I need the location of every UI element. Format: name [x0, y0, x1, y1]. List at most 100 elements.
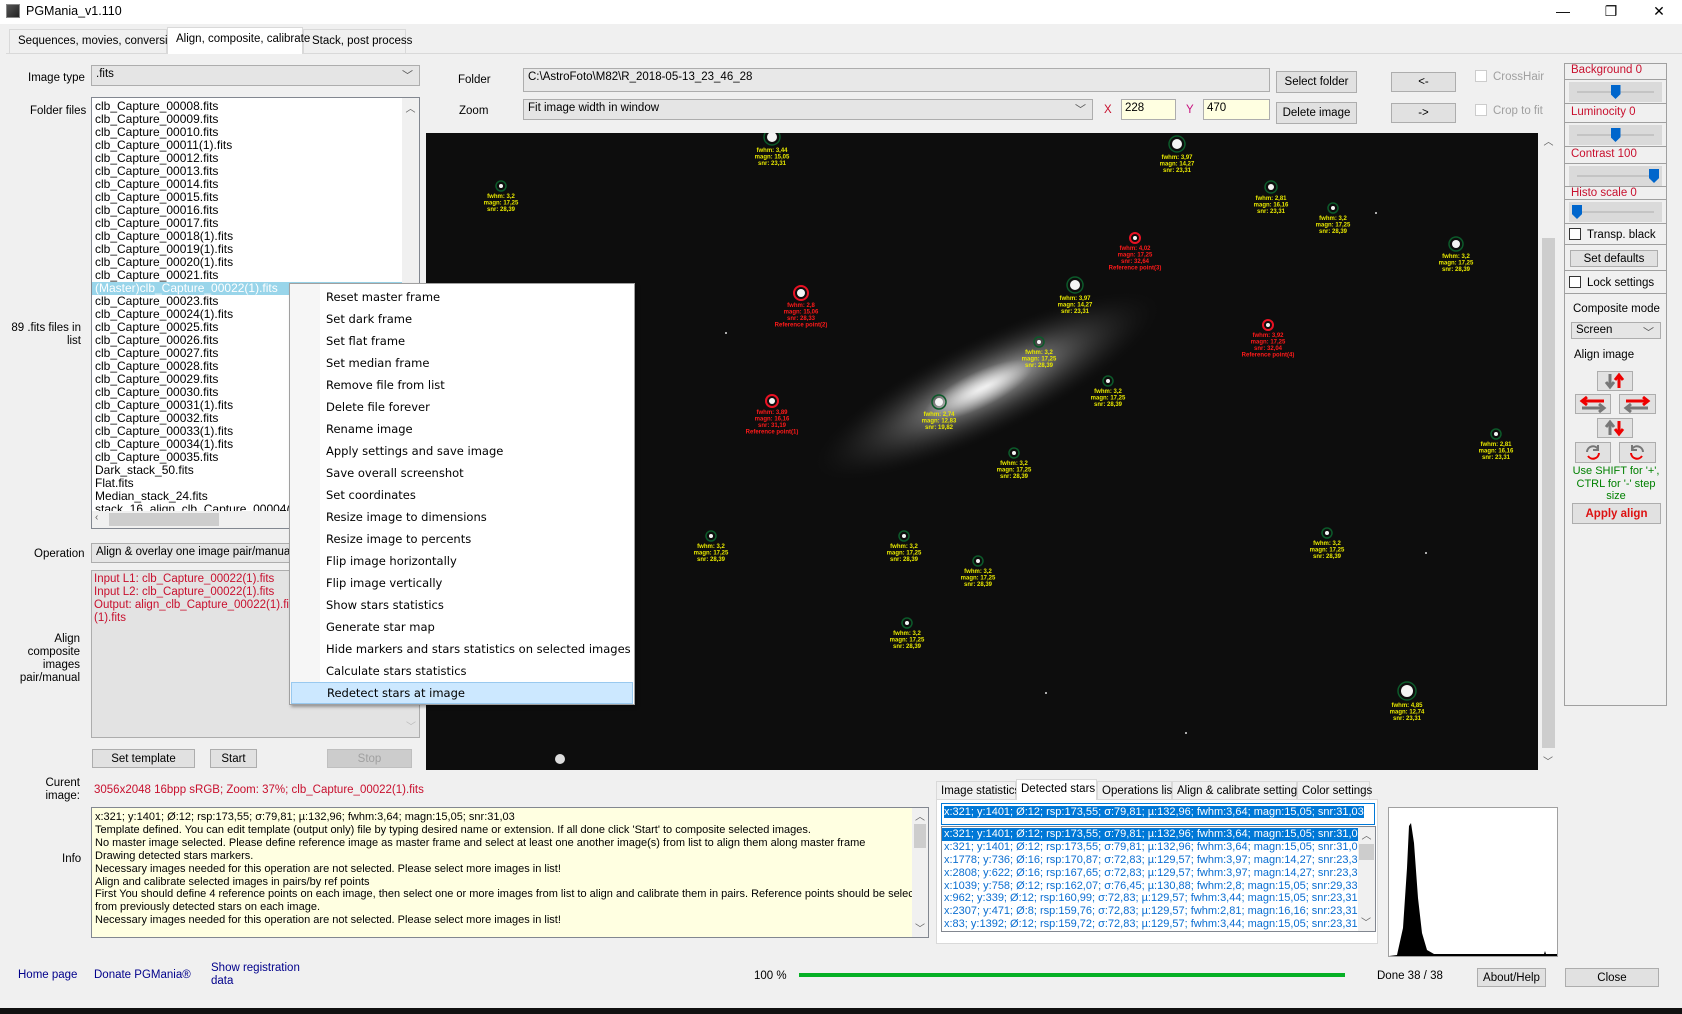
context-menu-item[interactable]: Save overall screenshot [291, 462, 633, 484]
close-window-button[interactable]: ✕ [1636, 0, 1682, 24]
folder-path-input[interactable]: C:\AstroFoto\M82\R_2018-05-13_23_46_28 [523, 68, 1270, 92]
scroll-down-icon[interactable]: ﹀ [915, 920, 925, 935]
star-marker[interactable]: fwhm: 3,2magn: 17,25snr: 28,39 [890, 617, 925, 650]
tab-align-composite[interactable]: Align, composite, calibrate [167, 27, 310, 54]
tab-sequences[interactable]: Sequences, movies, conversion [9, 29, 180, 53]
crop-to-fit-checkbox[interactable]: Crop to fit [1475, 104, 1543, 117]
context-menu-item[interactable]: Flip image vertically [291, 572, 633, 594]
scroll-up-icon[interactable]: ︿ [1358, 827, 1375, 842]
context-menu-item[interactable]: Set coordinates [291, 484, 633, 506]
star-marker[interactable]: fwhm: 4,02magn: 17,25snr: 32,64Reference… [1109, 232, 1162, 272]
star-marker[interactable]: fwhm: 3,2magn: 17,25snr: 28,39 [961, 555, 996, 588]
context-menu-item[interactable]: Rename image [291, 418, 633, 440]
previous-image-button[interactable]: <- [1391, 72, 1456, 92]
scroll-up-icon[interactable]: ︿ [912, 808, 928, 823]
apply-align-button[interactable]: Apply align [1572, 503, 1661, 524]
background-slider[interactable] [1569, 82, 1662, 102]
context-menu-item[interactable]: Reset master frame [291, 286, 633, 308]
contrast-slider[interactable] [1569, 166, 1662, 186]
star-marker[interactable]: fwhm: 3,2magn: 17,25snr: 28,39 [1439, 236, 1474, 273]
delete-image-button[interactable]: Delete image [1276, 102, 1357, 124]
star-marker[interactable]: fwhm: 3,89magn: 16,16snr: 31,19Reference… [746, 394, 799, 436]
star-marker[interactable]: fwhm: 3,97magn: 14,27snr: 23,31 [1160, 135, 1195, 174]
detected-star-item[interactable]: x:321; y:1401; Ø:12; rsp:173,55; σ:79,81… [942, 828, 1358, 841]
tab-color-settings[interactable]: Color settings [1297, 781, 1372, 800]
close-button[interactable]: Close [1565, 968, 1659, 987]
context-menu-item[interactable]: Set median frame [291, 352, 633, 374]
next-image-button[interactable]: -> [1391, 103, 1456, 123]
crosshair-checkbox[interactable]: CrossHair [1475, 70, 1544, 83]
detected-stars-list[interactable]: x:321; y:1401; Ø:12; rsp:173,55; σ:79,81… [941, 826, 1376, 932]
detected-star-item[interactable]: x:2307; y:471; Ø:8; rsp:159,76; σ:72,83;… [942, 905, 1358, 918]
histo-scale-slider[interactable] [1569, 202, 1662, 222]
star-marker[interactable]: fwhm: 3,2magn: 17,25snr: 28,39 [887, 530, 922, 563]
zoom-select[interactable]: Fit image width in window ﹀ [523, 99, 1093, 120]
star-marker[interactable]: fwhm: 3,2magn: 17,25snr: 28,39 [1310, 527, 1345, 560]
context-menu-item[interactable]: Flip image horizontally [291, 550, 633, 572]
star-marker[interactable]: fwhm: 4,85magn: 12,74snr: 23,31 [1390, 681, 1425, 722]
info-scroll-thumb[interactable] [914, 824, 926, 848]
lock-settings-checkbox[interactable]: Lock settings [1565, 271, 1666, 294]
detected-star-item[interactable]: x:1039; y:758; Ø:12; rsp:162,07; σ:76,45… [942, 880, 1358, 893]
context-menu-item[interactable]: Resize image to percents [291, 528, 633, 550]
detected-star-item[interactable]: x:321; y:1401; Ø:12; rsp:173,55; σ:79,81… [942, 841, 1358, 854]
tab-stack[interactable]: Stack, post process [303, 29, 412, 53]
tab-detected-stars[interactable]: Detected stars [1016, 779, 1097, 800]
star-marker[interactable]: fwhm: 2,81magn: 16,16snr: 23,31 [1254, 180, 1289, 215]
context-menu-item[interactable]: Apply settings and save image [291, 440, 633, 462]
star-marker[interactable]: fwhm: 2,81magn: 16,16snr: 23,31 [1479, 428, 1514, 461]
star-marker[interactable]: fwhm: 3,2magn: 17,25snr: 28,39 [484, 180, 519, 213]
slider-thumb[interactable] [1649, 169, 1659, 183]
slider-thumb[interactable] [1572, 205, 1582, 219]
rotate-left-button[interactable] [1575, 442, 1611, 463]
tab-align-calibrate-settings[interactable]: Align & calibrate settings [1172, 781, 1303, 800]
context-menu-item[interactable]: Remove file from list [291, 374, 633, 396]
start-button[interactable]: Start [210, 749, 257, 768]
select-folder-button[interactable]: Select folder [1276, 71, 1357, 93]
transp-black-checkbox[interactable]: Transp. black [1565, 224, 1666, 245]
luminocity-slider[interactable] [1569, 125, 1662, 145]
home-page-link[interactable]: Home page [18, 969, 77, 981]
star-marker[interactable]: fwhm: 3,2magn: 17,25snr: 28,39 [997, 447, 1032, 480]
minimize-button[interactable]: — [1540, 0, 1586, 24]
viewer-scroll-thumb[interactable] [1542, 238, 1555, 748]
star-marker[interactable]: fwhm: 2,8magn: 15,06snr: 28,33Reference … [775, 285, 828, 329]
y-coordinate-input[interactable]: 470 [1203, 99, 1270, 120]
composite-mode-select[interactable]: Screen ﹀ [1571, 322, 1661, 339]
set-template-button[interactable]: Set template [92, 749, 195, 768]
detected-star-item[interactable]: x:83; y:1392; Ø:12; rsp:159,72; σ:72,83;… [942, 918, 1358, 931]
scroll-up-icon[interactable]: ︿ [1541, 133, 1556, 148]
context-menu-item[interactable]: Set flat frame [291, 330, 633, 352]
detected-star-item[interactable]: x:1778; y:736; Ø:16; rsp:170,87; σ:72,83… [942, 854, 1358, 867]
info-vscrollbar[interactable]: ︿ ﹀ [912, 808, 928, 937]
tab-image-statistics[interactable]: Image statistics [936, 781, 1020, 800]
star-marker[interactable]: fwhm: 3,97magn: 14,27snr: 23,31 [1058, 276, 1093, 315]
detected-star-item[interactable]: x:2808; y:622; Ø:16; rsp:167,65; σ:72,83… [942, 867, 1358, 880]
stars-list-vscrollbar[interactable]: ︿ ﹀ [1358, 827, 1375, 931]
about-help-button[interactable]: About/Help [1477, 968, 1546, 987]
context-menu-item[interactable]: Redetect stars at image [291, 682, 633, 704]
star-marker[interactable]: fwhm: 3,2magn: 17,25snr: 28,39 [694, 530, 729, 563]
scroll-down-icon[interactable]: ﹀ [1543, 753, 1553, 768]
hscroll-thumb[interactable] [109, 513, 219, 526]
info-log[interactable]: x:321; y:1401; Ø:12; rsp:173,55; σ:79,81… [91, 807, 929, 938]
scroll-up-icon[interactable]: ︿ [402, 100, 419, 115]
image-type-select[interactable]: .fits ﹀ [91, 65, 420, 86]
x-coordinate-input[interactable]: 228 [1121, 99, 1176, 120]
slider-thumb[interactable] [1610, 85, 1621, 99]
tab-operations-list[interactable]: Operations list [1097, 781, 1176, 800]
scroll-left-icon[interactable]: ‹ [95, 512, 98, 523]
star-marker[interactable]: fwhm: 3,92magn: 17,25snr: 32,04Reference… [1242, 319, 1295, 359]
viewer-vscrollbar[interactable]: ︿ ﹀ [1541, 133, 1556, 770]
move-left-button[interactable] [1575, 394, 1611, 414]
maximize-button[interactable]: ❐ [1588, 0, 1634, 24]
star-marker[interactable]: fwhm: 3,44magn: 15,05snr: 23,31 [755, 133, 790, 167]
move-right-button[interactable] [1619, 394, 1656, 414]
selected-star-input[interactable]: x:321; y:1401; Ø:12; rsp:173,55; σ:79,81… [941, 803, 1375, 825]
context-menu-item[interactable]: Calculate stars statistics [291, 660, 633, 682]
scroll-down-icon[interactable]: ﹀ [1361, 914, 1371, 929]
show-registration-link[interactable]: Show registration data [211, 962, 301, 988]
context-menu-item[interactable]: Resize image to dimensions [291, 506, 633, 528]
rotate-right-button[interactable] [1619, 442, 1656, 463]
context-menu-item[interactable]: Hide markers and stars statistics on sel… [291, 638, 633, 660]
